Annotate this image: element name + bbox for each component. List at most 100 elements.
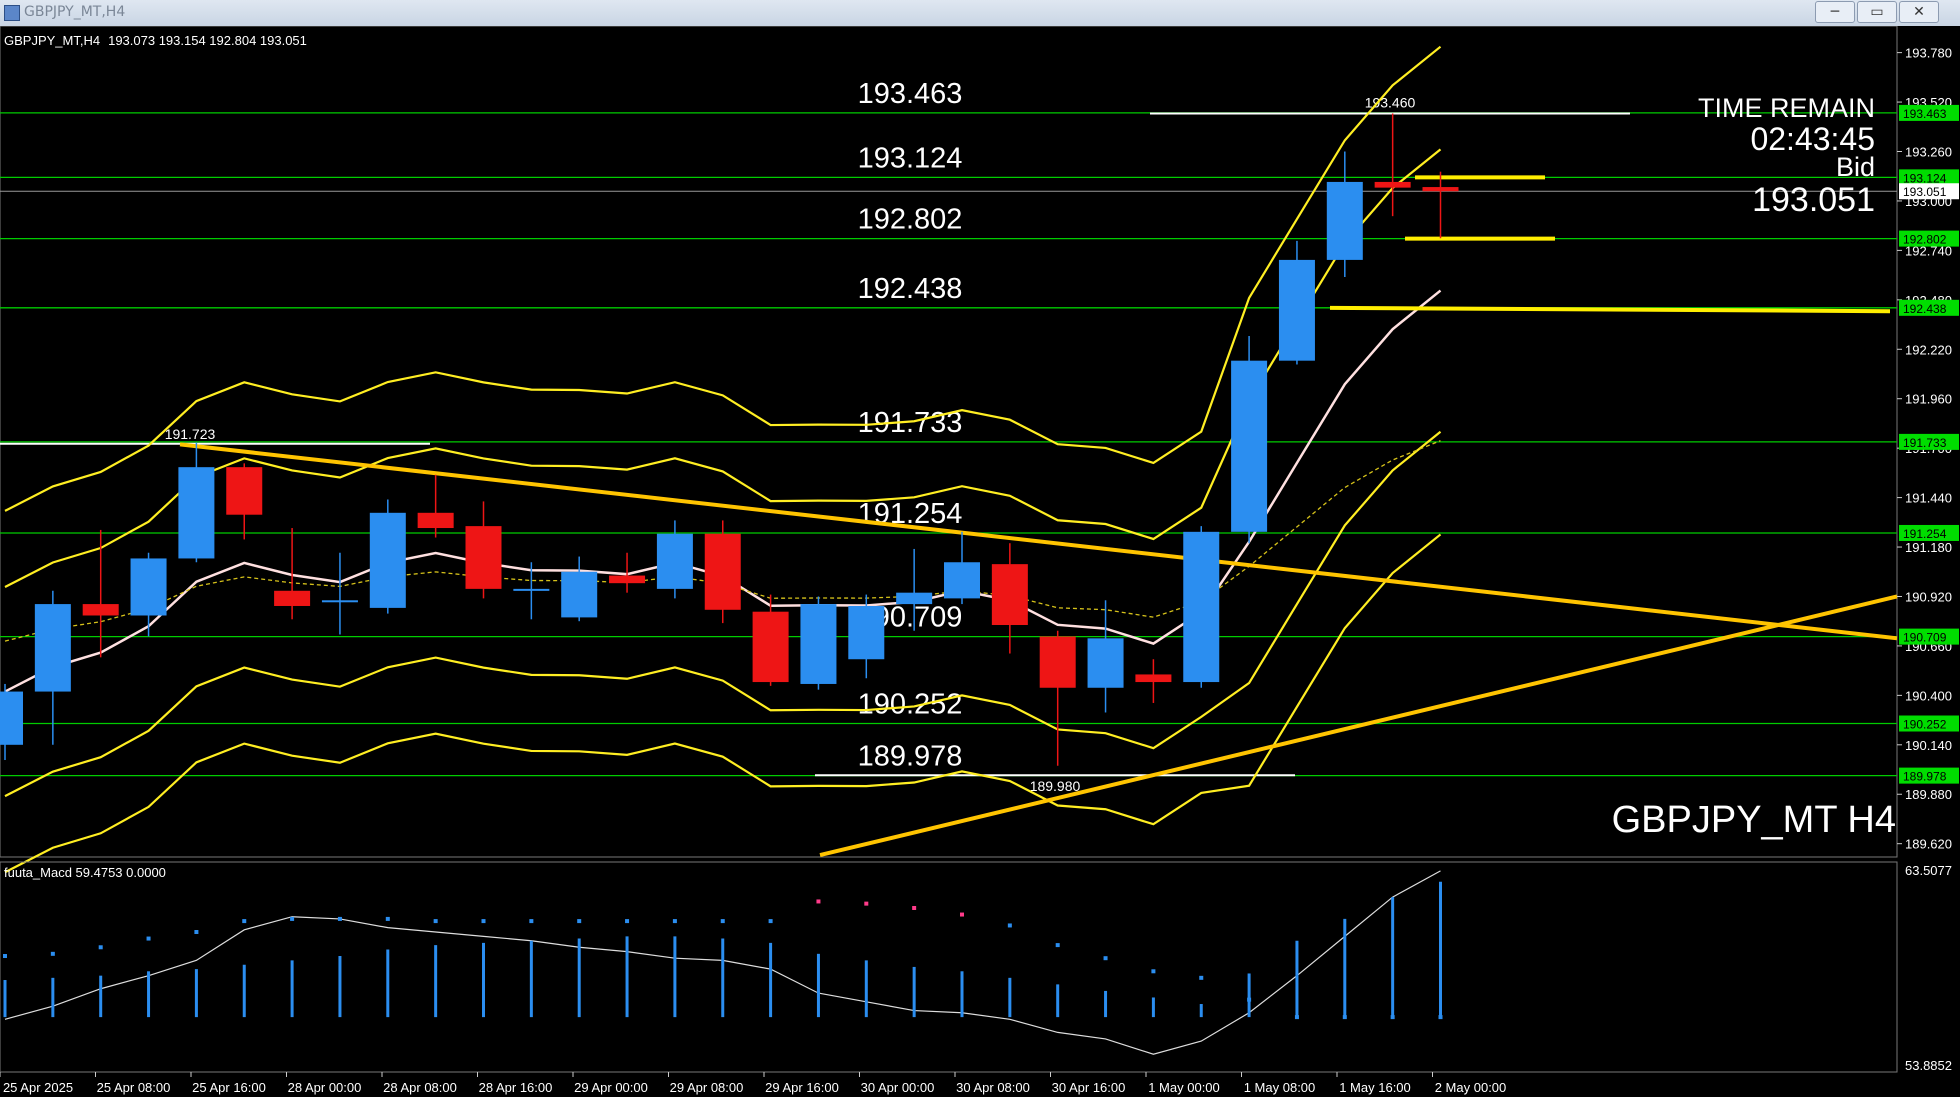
macd-signal-dot — [577, 919, 582, 924]
macd-signal-dot — [768, 919, 773, 924]
level-label: 190.252 — [858, 689, 963, 721]
time-axis-label: 1 May 00:00 — [1148, 1080, 1220, 1095]
macd-title: fuuta_Macd 59.4753 0.0000 — [4, 865, 166, 880]
macd-signal-dot — [481, 919, 486, 924]
candle-body — [321, 600, 358, 603]
bid-label: Bid — [1836, 152, 1875, 182]
price-axis-label: 189.620 — [1905, 837, 1952, 852]
candle-body — [656, 533, 693, 589]
macd-signal-dot — [1151, 969, 1156, 974]
macd-signal-dot — [1294, 1015, 1299, 1020]
level-price-tag-text: 190.252 — [1903, 718, 1947, 732]
macd-signal-dot — [1247, 997, 1252, 1002]
symbol-info-text: GBPJPY_MT,H4 193.073 193.154 192.804 193.… — [4, 33, 307, 48]
macd-signal-dot — [720, 919, 725, 924]
macd-axis-top: 63.5077 — [1905, 863, 1952, 878]
level-price-tag-text: 191.254 — [1903, 527, 1947, 541]
macd-signal-dot — [1342, 1015, 1347, 1020]
candle-body — [1183, 531, 1220, 683]
macd-signal-dot — [1007, 923, 1012, 928]
macd-signal-dot — [3, 954, 7, 959]
macd-signal-dot — [816, 899, 821, 904]
price-axis-label: 191.440 — [1905, 491, 1952, 506]
macd-signal-dot — [290, 916, 295, 921]
price-chart[interactable]: 193.463 193.124 192.802 192.438 191.733 191.2… — [0, 26, 1960, 1097]
time-axis-label: 28 Apr 16:00 — [479, 1080, 553, 1095]
candle-body — [34, 604, 71, 692]
price-axis-label: 192.220 — [1905, 342, 1952, 357]
level-price-tag-text: 193.463 — [1903, 107, 1947, 121]
time-axis-label: 2 May 00:00 — [1435, 1080, 1507, 1095]
time-axis-label: 29 Apr 16:00 — [765, 1080, 839, 1095]
price-axis-label: 190.400 — [1905, 688, 1952, 703]
macd-signal-dot — [50, 951, 55, 956]
price-axis-label: 190.140 — [1905, 738, 1952, 753]
level-label: 191.733 — [858, 407, 963, 439]
price-axis-label: 191.180 — [1905, 540, 1952, 555]
macd-signal-dot — [194, 930, 199, 935]
price-axis-label: 193.780 — [1905, 46, 1952, 61]
bid-value: 193.051 — [1752, 181, 1875, 219]
candle-body — [465, 526, 502, 589]
bid-price-tag-text: 193.051 — [1903, 185, 1947, 199]
macd-signal-dot — [1103, 956, 1108, 961]
candle-body — [178, 467, 215, 559]
level-price-tag-text: 189.978 — [1903, 770, 1947, 784]
candle-body — [417, 512, 454, 529]
candle-body — [0, 691, 23, 745]
candle-body — [1039, 636, 1076, 688]
candle-body — [800, 604, 837, 684]
macd-signal-dot — [433, 919, 438, 924]
macd-signal-dot — [912, 905, 917, 910]
minimize-button[interactable]: ─ — [1815, 1, 1855, 23]
restore-button[interactable]: ▭ — [1857, 1, 1897, 23]
candle-body — [1374, 181, 1411, 188]
level-label: 192.438 — [858, 273, 963, 305]
macd-signal-dot — [864, 901, 869, 906]
macd-signal-dot — [242, 919, 247, 924]
time-axis-label: 28 Apr 00:00 — [288, 1080, 362, 1095]
level-price-tag-text: 192.802 — [1903, 233, 1947, 247]
chart-window-icon — [4, 5, 20, 21]
time-axis-label: 25 Apr 16:00 — [192, 1080, 266, 1095]
candle-body — [704, 533, 741, 610]
level-price-tag-text: 191.733 — [1903, 436, 1947, 450]
level-label: 192.802 — [858, 204, 963, 236]
time-axis-label: 29 Apr 00:00 — [574, 1080, 648, 1095]
high-label-2: 191.723 — [165, 426, 216, 442]
candle-body — [369, 512, 406, 608]
candle-body — [991, 564, 1028, 626]
time-axis-label: 1 May 08:00 — [1244, 1080, 1316, 1095]
macd-signal-dot — [337, 916, 342, 921]
candle-body — [1278, 259, 1315, 361]
macd-axis-bottom: 53.8852 — [1905, 1058, 1952, 1073]
candle-body — [752, 611, 789, 683]
candle-body — [609, 575, 646, 584]
candle-body — [1087, 638, 1124, 688]
macd-signal-dot — [1438, 1015, 1443, 1020]
close-button[interactable]: ✕ — [1899, 1, 1939, 23]
candle-body — [82, 604, 119, 616]
time-axis-label: 1 May 16:00 — [1339, 1080, 1411, 1095]
level-label: 189.978 — [858, 741, 963, 773]
low-label: 189.980 — [1030, 778, 1081, 794]
candle-body — [274, 590, 311, 606]
macd-signal-dot — [385, 916, 390, 921]
macd-signal-dot — [1199, 975, 1204, 980]
candle-body — [561, 571, 598, 618]
window-titlebar: GBPJPY_MT,H4 ─ ▭ ✕ — [0, 0, 1960, 27]
time-axis-label: 25 Apr 2025 — [3, 1080, 73, 1095]
level-price-tag-text: 192.438 — [1903, 302, 1947, 316]
macd-signal-dot — [98, 945, 103, 950]
window-title: GBPJPY_MT,H4 — [24, 4, 126, 20]
time-axis-label: 30 Apr 00:00 — [861, 1080, 935, 1095]
candle-body — [1135, 674, 1172, 683]
level-label: 193.124 — [858, 142, 963, 174]
time-remain-label: TIME REMAIN — [1698, 93, 1875, 123]
macd-signal-dot — [529, 919, 534, 924]
level-price-tag-text: 190.709 — [1903, 631, 1947, 645]
candle-body — [1326, 181, 1363, 260]
chart-background — [0, 26, 1960, 1097]
time-axis-label: 30 Apr 08:00 — [956, 1080, 1030, 1095]
time-axis-label: 25 Apr 08:00 — [97, 1080, 171, 1095]
